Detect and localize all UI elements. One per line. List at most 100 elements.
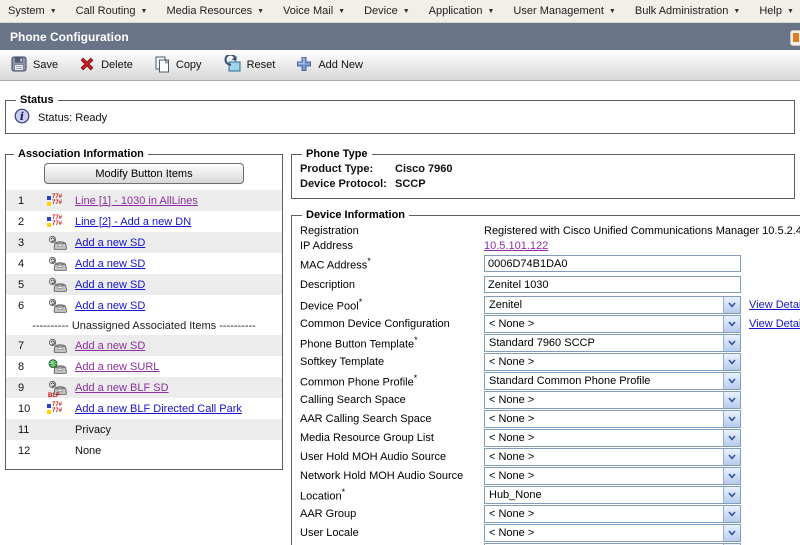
copy-icon xyxy=(153,55,171,76)
user-locale-select[interactable]: < None > xyxy=(484,524,741,542)
sd-icon xyxy=(46,277,75,293)
selected-value: < None > xyxy=(485,356,723,368)
user-hold-moh-audio-source-select[interactable]: < None > xyxy=(484,448,741,466)
menu-item-user-management[interactable]: User Management▼ xyxy=(513,5,615,17)
association-text-privacy: Privacy xyxy=(75,424,111,436)
device-information-rows: RegistrationRegistered with Cisco Unifie… xyxy=(300,223,800,545)
chevron-down-icon[interactable] xyxy=(723,449,740,465)
chevron-down-icon[interactable] xyxy=(723,335,740,351)
save-label: Save xyxy=(33,59,58,71)
description-input[interactable] xyxy=(484,276,741,293)
list-item: 1077#77#Add a new BLF Directed Call Park xyxy=(6,398,282,419)
save-button[interactable]: Save xyxy=(10,55,58,76)
common-phone-profile-select[interactable]: Standard Common Phone Profile xyxy=(484,372,741,390)
menu-item-system[interactable]: System▼ xyxy=(8,5,57,17)
network-hold-moh-audio-source-select[interactable]: < None > xyxy=(484,467,741,485)
row-number: 5 xyxy=(6,279,46,291)
field-row: Media Resource Group List< None > xyxy=(300,428,800,447)
field-row: AAR Calling Search Space< None > xyxy=(300,409,800,428)
aar-group-select[interactable]: < None > xyxy=(484,505,741,523)
sd-icon xyxy=(46,298,75,314)
aar-group-label: AAR Group xyxy=(300,508,484,520)
chevron-down-icon[interactable] xyxy=(723,392,740,408)
action-toolbar: Save Delete Copy Reset xyxy=(0,50,800,81)
aar-calling-search-space-select[interactable]: < None > xyxy=(484,410,741,428)
menu-item-media-resources[interactable]: Media Resources▼ xyxy=(166,5,264,17)
selected-value: < None > xyxy=(485,527,723,539)
chevron-down-icon: ▼ xyxy=(338,7,345,15)
menu-item-help[interactable]: Help▼ xyxy=(759,5,794,17)
row-number: 10 xyxy=(6,403,46,415)
view-details-link[interactable]: View Details xyxy=(749,299,800,311)
location-select[interactable]: Hub_None xyxy=(484,486,741,504)
calling-search-space-select[interactable]: < None > xyxy=(484,391,741,409)
menu-item-device[interactable]: Device▼ xyxy=(364,5,410,17)
registration-label: Registration xyxy=(300,225,484,237)
association-link-add-a-new-blf-sd[interactable]: Add a new BLF SD xyxy=(75,382,169,394)
mac-address-label: MAC Address* xyxy=(300,256,484,272)
chevron-down-icon[interactable] xyxy=(723,316,740,332)
row-number: 11 xyxy=(6,424,46,436)
copy-button[interactable]: Copy xyxy=(153,55,202,76)
common-device-configuration-select[interactable]: < None > xyxy=(484,315,741,333)
mac-address-input[interactable] xyxy=(484,255,741,272)
row-number: 7 xyxy=(6,340,46,352)
association-link-line-2-add-a-new-dn[interactable]: Line [2] - Add a new DN xyxy=(75,216,191,228)
add-new-icon xyxy=(295,55,313,76)
row-number: 4 xyxy=(6,258,46,270)
delete-label: Delete xyxy=(101,59,133,71)
association-legend: Association Information xyxy=(14,148,148,160)
reset-label: Reset xyxy=(247,59,276,71)
row-number: 2 xyxy=(6,216,46,228)
reset-button[interactable]: Reset xyxy=(222,55,276,76)
common-phone-profile-label: Common Phone Profile* xyxy=(300,373,484,389)
unassigned-items-separator: ---------- Unassigned Associated Items -… xyxy=(6,316,282,335)
user-locale-label: User Locale xyxy=(300,527,484,539)
chevron-down-icon[interactable] xyxy=(723,354,740,370)
location-label: Location* xyxy=(300,487,484,503)
svg-text:i: i xyxy=(20,110,24,123)
status-text: Status: Ready xyxy=(38,112,107,124)
device-protocol-value: SCCP xyxy=(395,178,426,190)
chevron-down-icon[interactable] xyxy=(723,411,740,427)
row-number: 8 xyxy=(6,361,46,373)
menu-item-call-routing[interactable]: Call Routing▼ xyxy=(76,5,148,17)
list-item: 6Add a new SD xyxy=(6,295,282,316)
related-links-partial[interactable] xyxy=(790,30,800,46)
chevron-down-icon[interactable] xyxy=(723,430,740,446)
association-link-add-a-new-sd[interactable]: Add a new SD xyxy=(75,258,145,270)
chevron-down-icon[interactable] xyxy=(723,487,740,503)
view-details-link[interactable]: View Details xyxy=(749,318,800,330)
selected-value: < None > xyxy=(485,508,723,520)
device-pool-select[interactable]: Zenitel xyxy=(484,296,741,314)
field-row: Network Hold MOH Audio Source< None > xyxy=(300,466,800,485)
right-column: Phone Type Product Type: Cisco 7960 Devi… xyxy=(291,148,795,545)
association-link-add-a-new-blf-directed-call-park[interactable]: Add a new BLF Directed Call Park xyxy=(75,403,242,415)
delete-button[interactable]: Delete xyxy=(78,55,133,76)
chevron-down-icon[interactable] xyxy=(723,297,740,313)
association-link-add-a-new-sd[interactable]: Add a new SD xyxy=(75,237,145,249)
menu-item-bulk-administration[interactable]: Bulk Administration▼ xyxy=(635,5,740,17)
chevron-down-icon[interactable] xyxy=(723,468,740,484)
device-information-section: Device Information RegistrationRegistere… xyxy=(291,209,800,545)
menu-item-voice-mail[interactable]: Voice Mail▼ xyxy=(283,5,345,17)
association-link-add-a-new-sd[interactable]: Add a new SD xyxy=(75,279,145,291)
association-link-add-a-new-sd[interactable]: Add a new SD xyxy=(75,300,145,312)
menu-item-application[interactable]: Application▼ xyxy=(429,5,495,17)
media-resource-group-list-select[interactable]: < None > xyxy=(484,429,741,447)
phone-button-template-select[interactable]: Standard 7960 SCCP xyxy=(484,334,741,352)
chevron-down-icon[interactable] xyxy=(723,373,740,389)
association-link-add-a-new-sd[interactable]: Add a new SD xyxy=(75,340,145,352)
list-item: 5 Add a new SD xyxy=(6,274,282,295)
menu-item-label: User Management xyxy=(513,5,604,17)
association-link-add-a-new-surl[interactable]: Add a new SURL xyxy=(75,361,159,373)
menu-item-label: Device xyxy=(364,5,398,17)
chevron-down-icon[interactable] xyxy=(723,525,740,541)
ip-address-link[interactable]: 10.5.101.122 xyxy=(484,240,548,252)
add-new-button[interactable]: Add New xyxy=(295,55,363,76)
modify-button-items-button[interactable]: Modify Button Items xyxy=(44,163,244,184)
softkey-template-select[interactable]: < None > xyxy=(484,353,741,371)
association-link-line-1-1030-in-alllines[interactable]: Line [1] - 1030 in AllLines xyxy=(75,195,198,207)
chevron-down-icon[interactable] xyxy=(723,506,740,522)
row-number: 3 xyxy=(6,237,46,249)
